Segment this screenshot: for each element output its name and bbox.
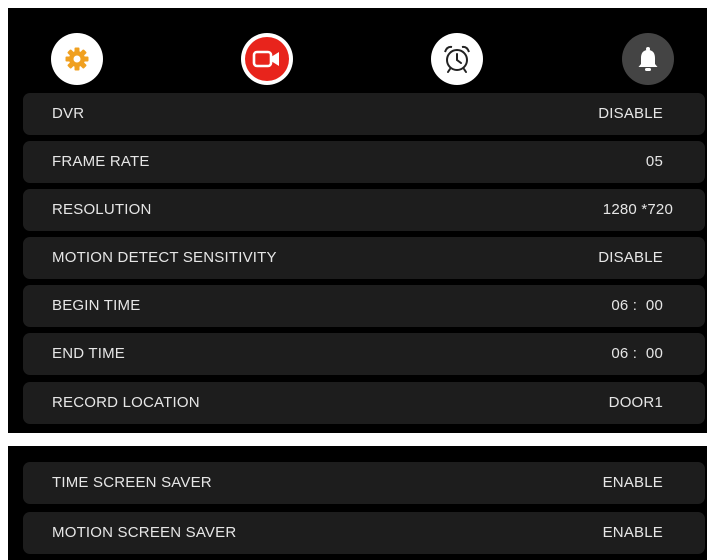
dvr-settings-panel: DVR DISABLE FRAME RATE 05 RESOLUTION 128… (8, 8, 707, 433)
gear-icon (63, 45, 91, 73)
tab-settings[interactable] (51, 33, 103, 85)
tab-alarm[interactable] (431, 33, 483, 85)
setting-row-record-location[interactable]: RECORD LOCATION DOOR1 (23, 382, 705, 424)
setting-value[interactable]: 1280 *720 (603, 189, 673, 231)
setting-label: MOTION DETECT SENSITIVITY (52, 249, 277, 266)
setting-value[interactable]: DOOR1 (609, 382, 663, 424)
setting-label: BEGIN TIME (52, 297, 141, 314)
setting-label: FRAME RATE (52, 153, 150, 170)
tab-video-record[interactable] (241, 33, 293, 85)
setting-row-begin-time[interactable]: BEGIN TIME 06 : 00 (23, 285, 705, 327)
setting-label: TIME SCREEN SAVER (52, 474, 212, 491)
setting-row-frame-rate[interactable]: FRAME RATE 05 (23, 141, 705, 183)
setting-value[interactable]: ENABLE (603, 462, 663, 504)
setting-value[interactable]: ENABLE (603, 512, 663, 554)
setting-value[interactable]: 05 (646, 141, 663, 183)
setting-value[interactable]: DISABLE (598, 93, 663, 135)
setting-row-end-time[interactable]: END TIME 06 : 00 (23, 333, 705, 375)
setting-label: END TIME (52, 345, 125, 362)
setting-value[interactable]: 06 : 00 (611, 333, 663, 375)
setting-label: RECORD LOCATION (52, 394, 200, 411)
tab-notifications[interactable] (622, 33, 674, 85)
setting-row-time-screen-saver[interactable]: TIME SCREEN SAVER ENABLE (23, 462, 705, 504)
setting-label: DVR (52, 105, 85, 122)
bell-icon (634, 45, 662, 73)
setting-row-motion-screen-saver[interactable]: MOTION SCREEN SAVER ENABLE (23, 512, 705, 554)
alarm-clock-icon (441, 43, 473, 75)
setting-row-resolution[interactable]: RESOLUTION 1280 *720 (23, 189, 705, 231)
video-camera-icon (252, 48, 282, 70)
setting-row-motion-detect-sensitivity[interactable]: MOTION DETECT SENSITIVITY DISABLE (23, 237, 705, 279)
screen-saver-panel: TIME SCREEN SAVER ENABLE MOTION SCREEN S… (8, 446, 707, 560)
setting-value[interactable]: DISABLE (598, 237, 663, 279)
setting-value[interactable]: 06 : 00 (611, 285, 663, 327)
setting-label: RESOLUTION (52, 201, 152, 218)
setting-row-dvr[interactable]: DVR DISABLE (23, 93, 705, 135)
setting-label: MOTION SCREEN SAVER (52, 524, 237, 541)
